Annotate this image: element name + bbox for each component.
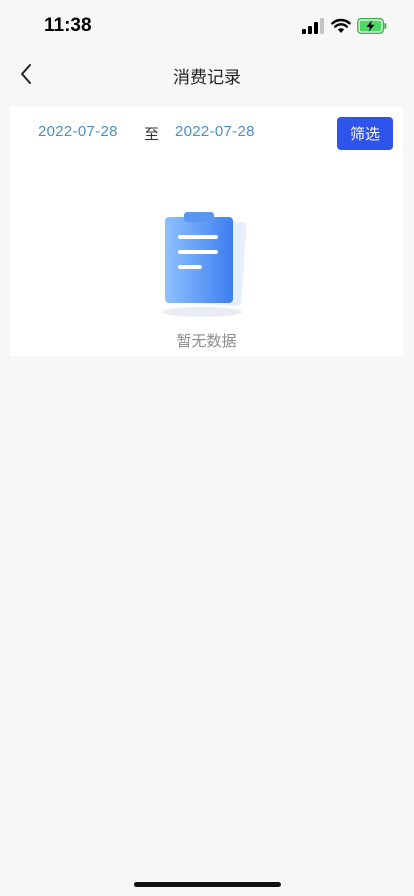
- status-time: 11:38: [44, 15, 92, 36]
- filter-button[interactable]: 筛选: [337, 117, 393, 150]
- page-title: 消费记录: [173, 68, 241, 88]
- records-card: 2022-07-28 至 2022-07-28 筛选 暂无数据: [10, 107, 403, 356]
- wifi-icon: [331, 18, 351, 33]
- clipboard-icon: [162, 212, 247, 317]
- signal-icon: [302, 18, 324, 34]
- nav-bar: 消费记录: [0, 52, 414, 96]
- battery-charging-icon: [357, 18, 387, 34]
- end-date-picker[interactable]: 2022-07-28: [175, 123, 255, 140]
- date-range-separator: 至: [144, 125, 160, 143]
- status-bar: 11:38: [0, 0, 414, 52]
- home-indicator[interactable]: [134, 882, 281, 887]
- start-date-picker[interactable]: 2022-07-28: [38, 123, 118, 140]
- empty-state-text: 暂无数据: [176, 332, 237, 350]
